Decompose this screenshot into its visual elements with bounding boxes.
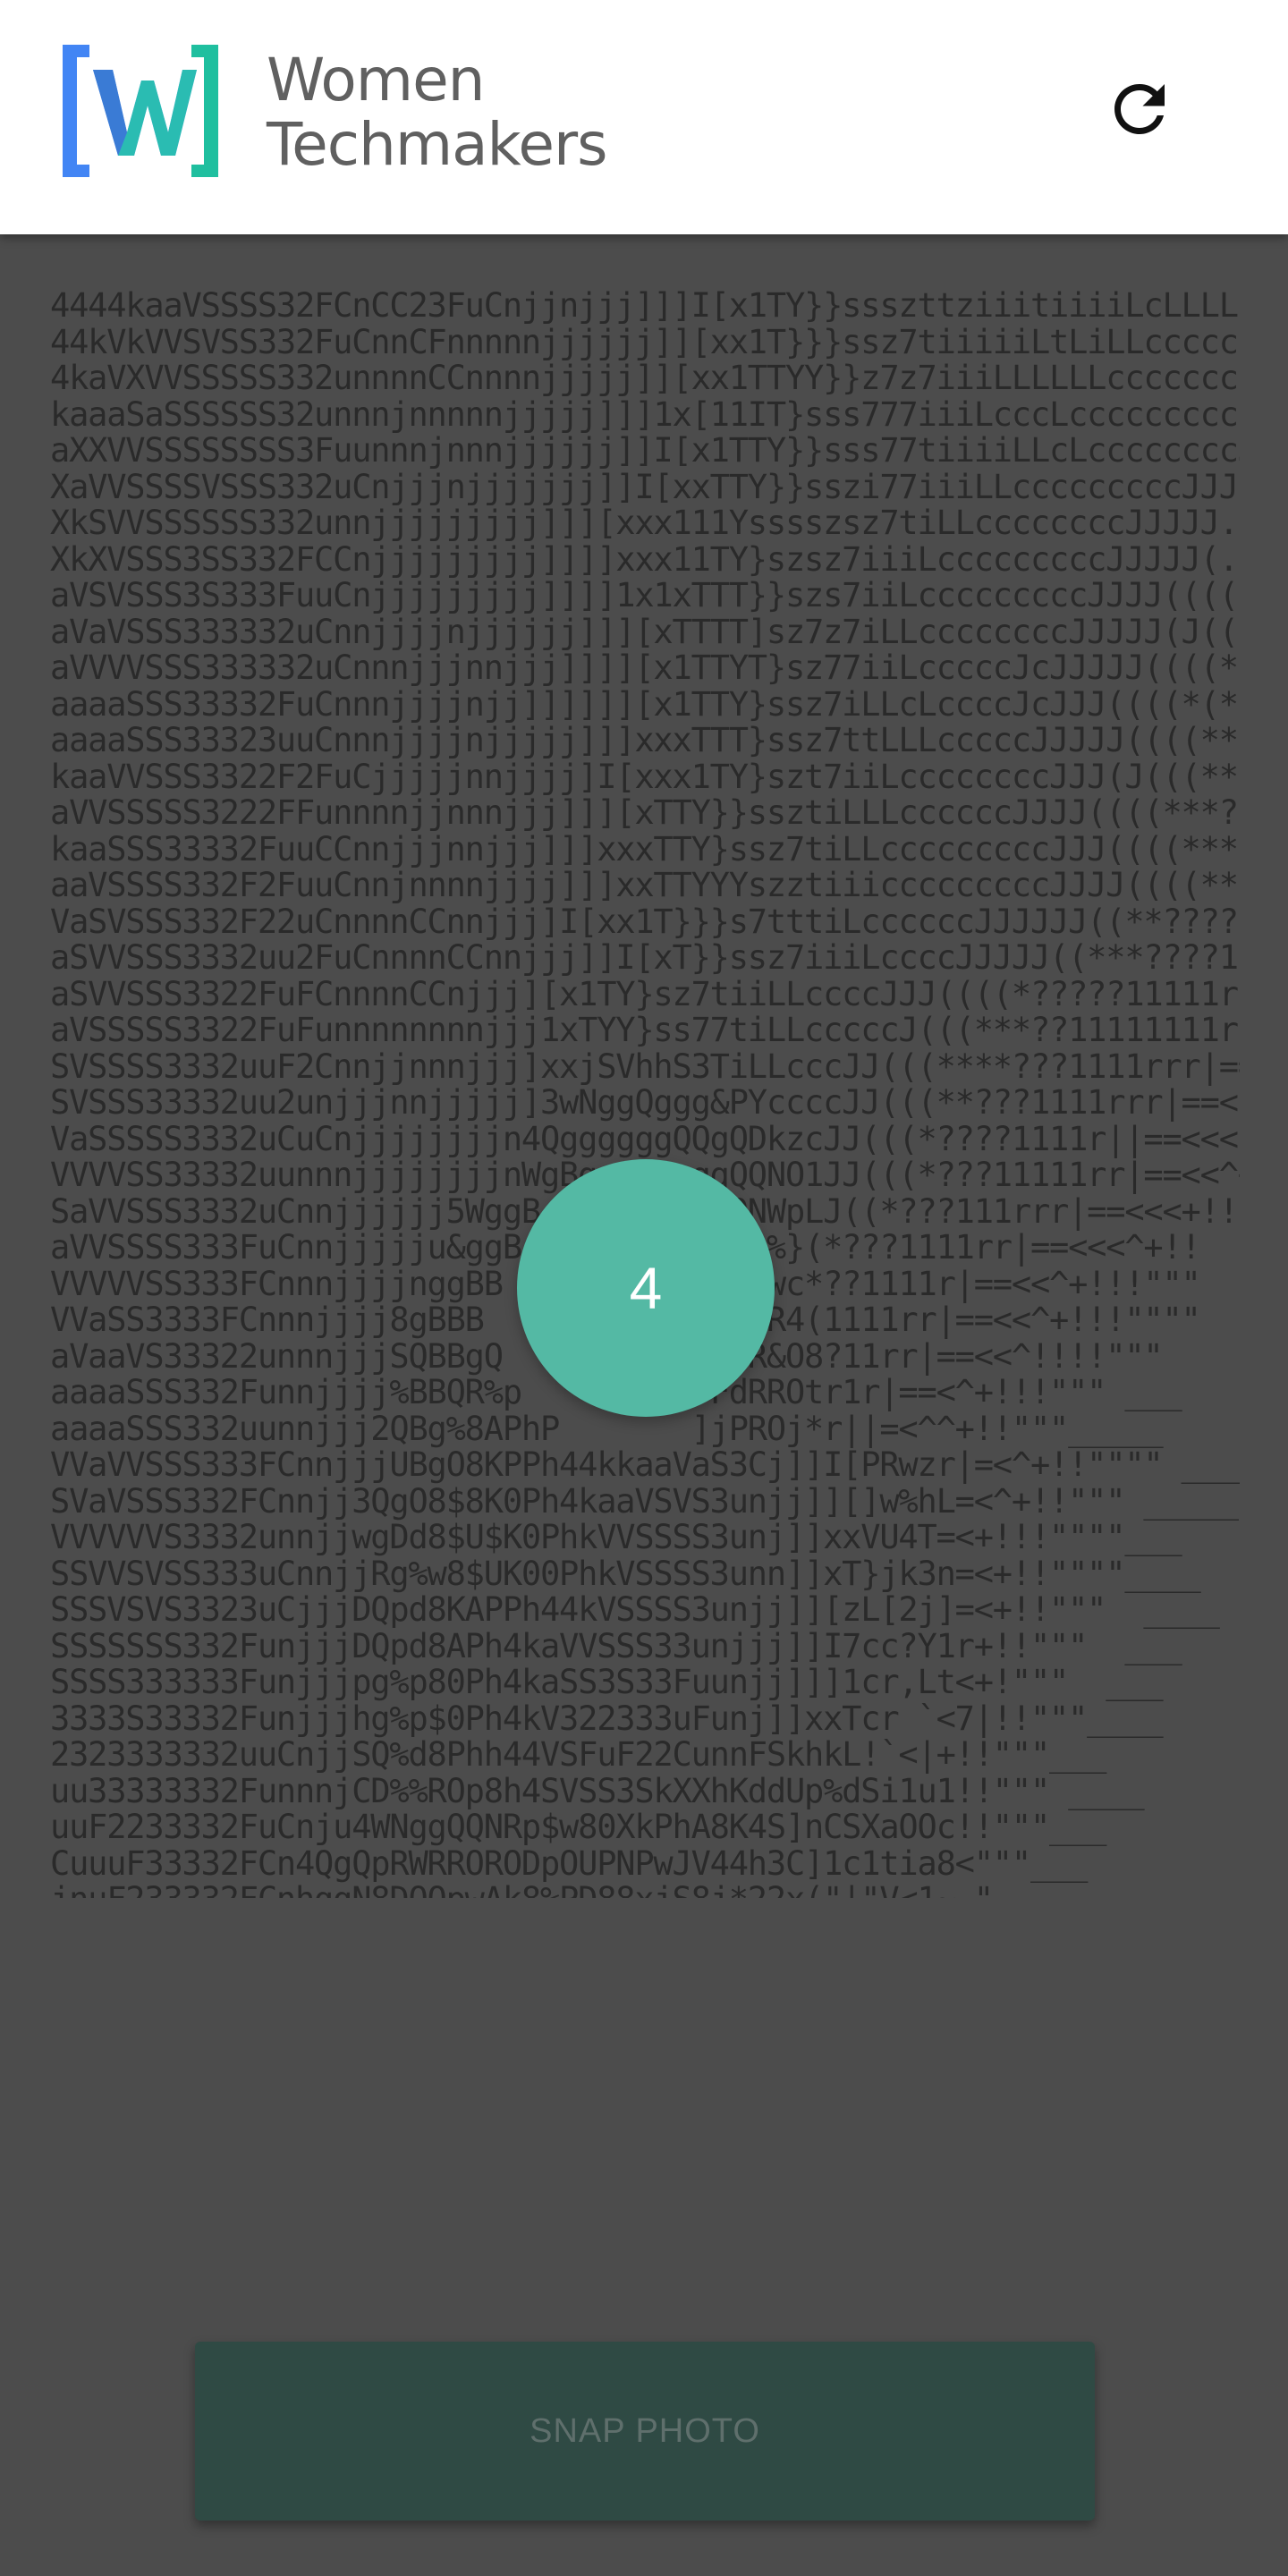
ascii-line: 4444kaaVSSSS32FCnCC23FuCnjjnjjj]]]I[x1TY… <box>50 288 1239 325</box>
ascii-line: SSSVSVS3323uCjjjDQpd8KAPPh44kVSSSS3unjj]… <box>50 1590 1220 1629</box>
brand-line-techmakers: Techmakers <box>267 110 608 179</box>
ascii-art-preview: 4444kaaVSSSS32FCnCC23FuCnjjnjjj]]]I[x1TY… <box>50 288 1240 1898</box>
countdown-value: 4 <box>629 1255 663 1321</box>
ascii-line: 44kVkVVSVSS332FuCnnCFnnnnnjjjjjj]][xx1T}… <box>50 322 1239 361</box>
ascii-line: XaVVSSSSVSSS332uCnjjjnjjjjjjj]]I[xxTTY}}… <box>50 467 1240 506</box>
ascii-line: VVaVVSSS333FCnnjjjUBgO8KPPh44kkaaVaS3Cj]… <box>50 1445 1240 1484</box>
ascii-line: SVaVSSS332FCnnjj3QgO8$8K0Ph4kaaVSVS3unjj… <box>50 1481 1239 1521</box>
ascii-line: aVSVSSS3S333FuuCnjjjjjjjjj]]]]1x1xTTT}}s… <box>50 576 1239 614</box>
ascii-line: jnuF233332FCnhggN8DOOpwAk8%PD88xjS8j*22x… <box>50 1881 1240 1898</box>
ascii-line: SSVVSVSS333uCnnjjRg%w8$UK00PhkVSSSS3unn]… <box>50 1554 1201 1593</box>
ascii-line: 4kaVXVVSSSSS332unnnnCCnnnnjjjjj]][xx1TTY… <box>50 359 1240 397</box>
ascii-line: VVVVVVS3332unnjjwgDd8$U$K0PhkVVSSSS3unj]… <box>50 1518 1182 1556</box>
ascii-line: uu33333332FunnnjCD%%ROp8h4SVSS3SkXXhKddU… <box>50 1771 1145 1810</box>
ascii-line: kaaaSaSSSSSS32unnnjnnnnnjjjjj]]]1x[11IT}… <box>50 394 1240 434</box>
ascii-line: kaaSSS33332FuuCCnnjjjnnjjj]]]xxxTTY}ssz7… <box>50 829 1240 869</box>
refresh-button[interactable] <box>1097 66 1182 152</box>
ascii-line: SVSSSS3332uuF2Cnnjjnnnjjj]xxjSVhhS3TiLLc… <box>50 1046 1240 1086</box>
ascii-line: aSVVSSS3332uu2FuCnnnnCCnnjjj]]I[xT}}ssz7… <box>50 938 1240 977</box>
ascii-line: aSVVSSS3322FuFCnnnnCCnjjj][x1TY}sz7tiiLL… <box>50 974 1240 1013</box>
ascii-line: CuuuF33332FCn4QgQpRWRRORODpOUPNPwJV44h3C… <box>50 1843 1088 1883</box>
ascii-line: SSSS333333Funjjjpg%p80Ph4kaSS3S33Fuunjj]… <box>50 1663 1164 1701</box>
wtm-logo-icon <box>63 45 218 177</box>
ascii-line: SSSSSSS332FunjjjDQpd8APh4kaVVSSS33unjjj]… <box>50 1626 1182 1665</box>
ascii-line: aVVVVSSS333332uCnnnjjjnnjjj]]]][x1TTYT}s… <box>50 648 1239 687</box>
ascii-line: aaaaSSS33323uuCnnnjjjjnjjjjj]]]xxxTTT}ss… <box>50 721 1240 759</box>
brand-line-women: Women <box>267 46 485 114</box>
ascii-line: uuF2233332FuCnju4WNggQQNRp$w80XkPhA8K4S]… <box>50 1808 1106 1846</box>
ascii-line: 2323333332uuCnjjSQ%d8Phh44VSFuF22CunnFSk… <box>50 1735 1106 1774</box>
app-brand: Women Techmakers <box>267 46 608 179</box>
refresh-icon <box>1114 84 1165 134</box>
ascii-line: XkXVSSS3SS332FCCnjjjjjjjjj]]]]xxx11TY}sz… <box>50 539 1239 579</box>
ascii-line: SVSSS33332uu2unjjjnnjjjjj]3wNggQggg&PYcc… <box>50 1083 1239 1122</box>
ascii-line: aVSSSSS3322FuFunnnnnnnnjjj1xTYY}ss77tiLL… <box>50 1011 1240 1049</box>
countdown-badge: 4 <box>517 1159 775 1417</box>
ascii-line: VaSSSSS3332uCuCnjjjjjjjjn4QggggggQQgQDkz… <box>50 1119 1239 1158</box>
snap-photo-button[interactable]: SNAP PHOTO <box>195 2342 1095 2521</box>
ascii-line: kaaVVSSS3322F2FuCjjjjjnnjjjj]I[xxx1TY}sz… <box>50 757 1240 796</box>
ascii-line: XkSVVSSSSSS332unnjjjjjjjjj]]][xxx111Ysss… <box>50 504 1239 542</box>
ascii-line: VaSVSSS332F22uCnnnnCCnnjjj]I[xx1T}}}s7tt… <box>50 902 1239 941</box>
app-bar: Women Techmakers <box>0 0 1288 234</box>
ascii-line: 3333S33332Funjjjhg%p$0Ph4kV322333uFunj]]… <box>50 1699 1164 1738</box>
ascii-line: aXXVVSSSSSSSS3Fuunnnjnnnjjjjjj]]I[x1TTY}… <box>50 431 1240 470</box>
ascii-line: aVaVSSS333332uCnnjjjjnjjjjjj]]][xTTTT]sz… <box>50 612 1239 651</box>
ascii-line: aaVSSSS332F2FuuCnnjnnnnjjjj]]]xxTTYYYszz… <box>50 866 1240 904</box>
ascii-line: aVVSSSSS3222FFunnnnjjnnnjjj]]][xTTY}}ssz… <box>50 793 1240 832</box>
ascii-line: aaaaSSS33332FuCnnnjjjjnjj]]]]]][x1TTY}ss… <box>50 684 1239 724</box>
